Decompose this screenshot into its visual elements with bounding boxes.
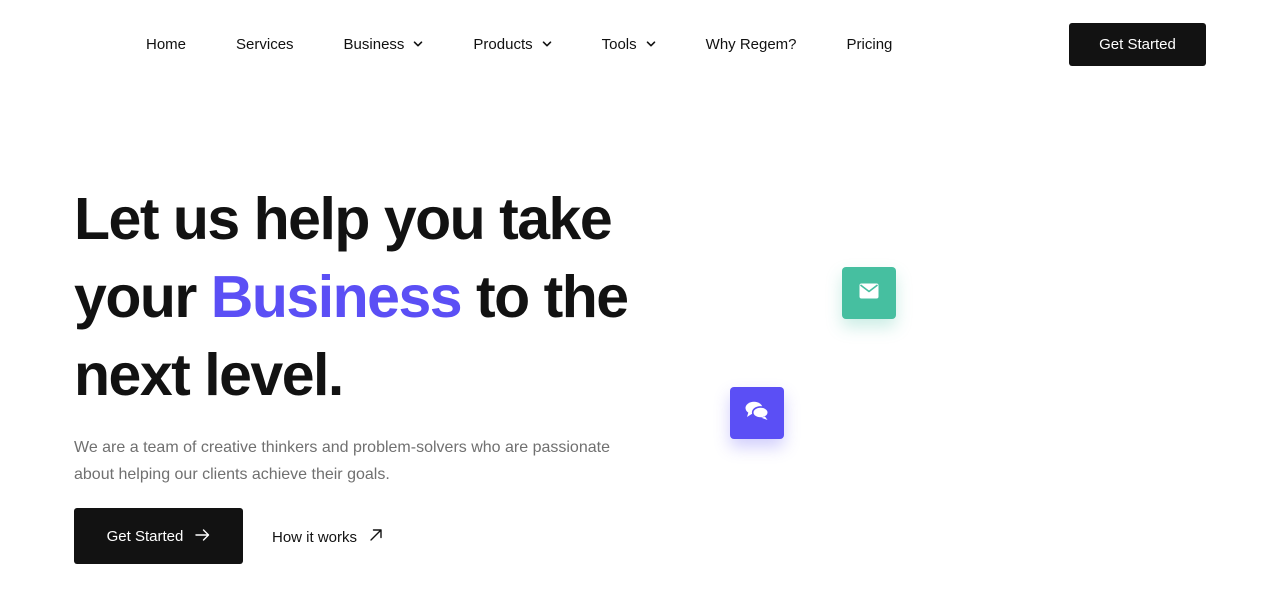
page: Home Services Business Products Tools Wh…: [0, 0, 1280, 600]
envelope-icon: [859, 283, 879, 304]
hero-title-line3: next level.: [74, 342, 344, 408]
nav-item-label: Tools: [601, 35, 637, 53]
chevron-down-icon: [646, 39, 656, 49]
chat-tile: [730, 387, 784, 439]
mail-tile: [842, 267, 896, 319]
nav-item-label: Home: [146, 35, 187, 53]
hero-title: Let us help you take your Business to the…: [74, 180, 694, 414]
hero-title-line2-post: to the: [461, 264, 629, 330]
chevron-down-icon: [413, 39, 423, 49]
chat-bubbles-icon: [745, 401, 770, 426]
nav-item-home[interactable]: Home: [121, 36, 211, 53]
chevron-down-icon: [542, 39, 552, 49]
how-it-works-label: How it works: [272, 528, 358, 546]
hero-description: We are a team of creative thinkers and p…: [74, 439, 610, 483]
top-navigation: Home Services Business Products Tools Wh…: [0, 0, 1280, 90]
hero-title-line2-pre: your: [74, 264, 211, 330]
arrow-up-right-icon: [369, 528, 383, 546]
nav-item-label: Services: [236, 35, 294, 53]
hero-title-accent: Business: [210, 264, 463, 330]
hero-get-started-label: Get Started: [106, 527, 184, 545]
hero-get-started-button[interactable]: Get Started: [74, 508, 243, 564]
nav-item-label: Products: [473, 35, 533, 53]
nav-item-services[interactable]: Services: [211, 36, 319, 53]
nav-item-label: Why Regem?: [705, 35, 797, 53]
nav-get-started-button[interactable]: Get Started: [1069, 23, 1206, 66]
nav-item-pricing[interactable]: Pricing: [822, 36, 918, 53]
nav-item-why-regem[interactable]: Why Regem?: [681, 36, 822, 53]
hero-title-line1: Let us help you take: [74, 186, 613, 252]
nav-item-tools[interactable]: Tools: [577, 36, 681, 53]
nav-item-label: Business: [343, 35, 405, 53]
how-it-works-link[interactable]: How it works: [272, 520, 383, 554]
nav-links: Home Services Business Products Tools Wh…: [121, 22, 917, 66]
nav-item-label: Pricing: [846, 35, 893, 53]
nav-item-products[interactable]: Products: [448, 36, 576, 53]
nav-item-business[interactable]: Business: [319, 36, 449, 53]
arrow-right-icon: [195, 528, 210, 545]
